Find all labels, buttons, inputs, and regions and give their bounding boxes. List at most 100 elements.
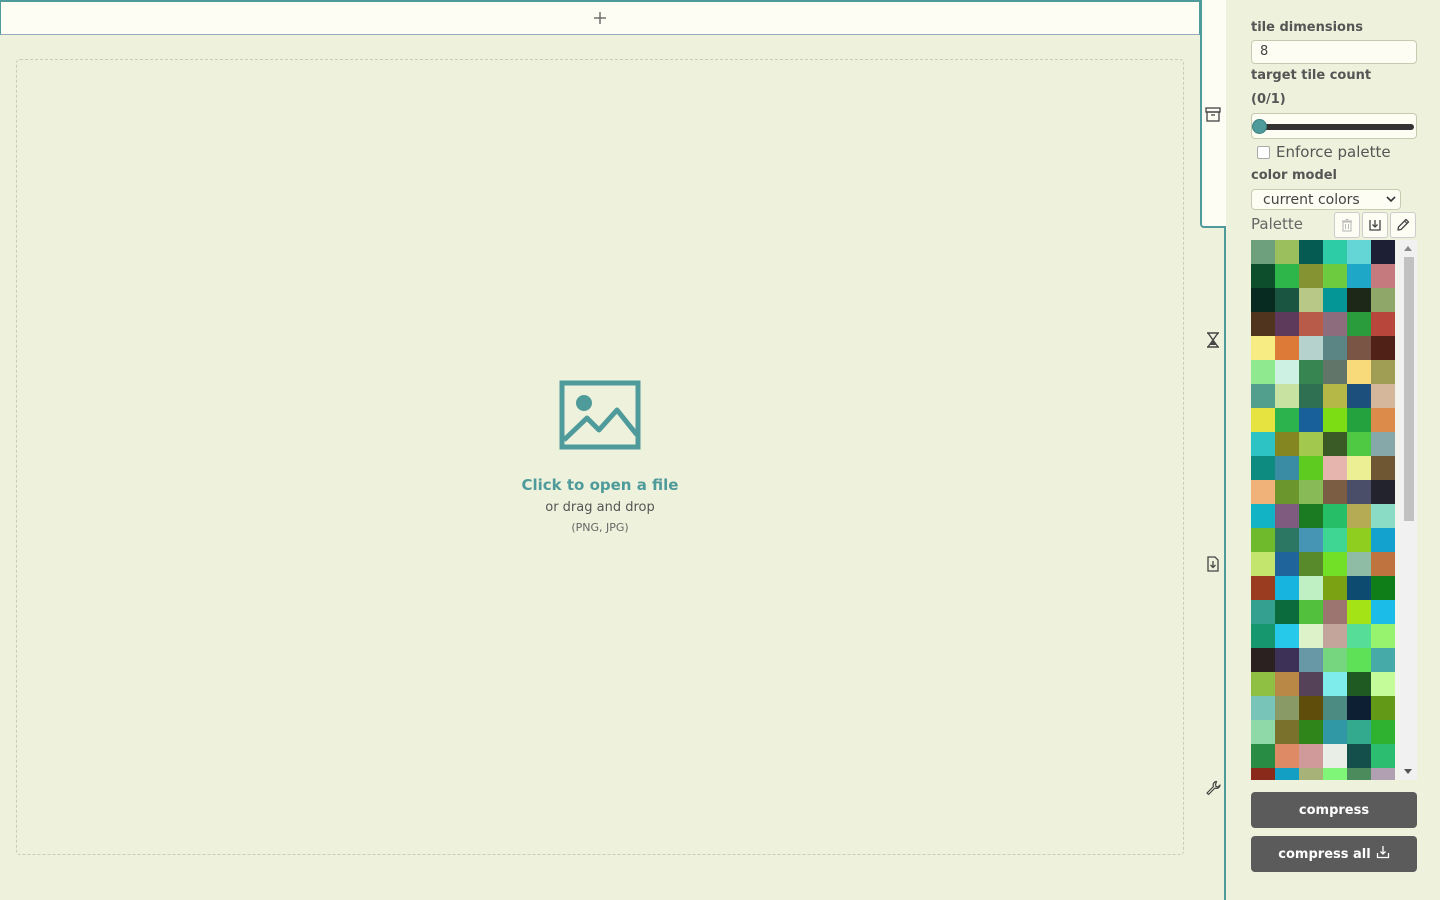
palette-swatch[interactable] (1251, 576, 1275, 600)
palette-swatch[interactable] (1371, 384, 1395, 408)
palette-swatch[interactable] (1323, 456, 1347, 480)
palette-swatch[interactable] (1275, 768, 1299, 780)
palette-swatch[interactable] (1299, 240, 1323, 264)
palette-swatch[interactable] (1299, 768, 1323, 780)
file-dropzone[interactable]: Click to open a file or drag and drop (P… (16, 59, 1184, 855)
palette-swatch[interactable] (1251, 528, 1275, 552)
palette-swatch[interactable] (1251, 600, 1275, 624)
palette-swatch[interactable] (1299, 576, 1323, 600)
palette-swatch[interactable] (1347, 720, 1371, 744)
palette-swatch[interactable] (1347, 672, 1371, 696)
palette-swatch[interactable] (1323, 432, 1347, 456)
palette-swatch[interactable] (1251, 504, 1275, 528)
palette-swatch[interactable] (1371, 240, 1395, 264)
palette-swatch[interactable] (1251, 336, 1275, 360)
palette-swatch[interactable] (1299, 744, 1323, 768)
palette-swatch[interactable] (1323, 480, 1347, 504)
palette-swatch[interactable] (1299, 720, 1323, 744)
palette-swatch[interactable] (1323, 336, 1347, 360)
palette-swatch[interactable] (1323, 240, 1347, 264)
palette-swatch[interactable] (1299, 528, 1323, 552)
palette-swatch[interactable] (1299, 504, 1323, 528)
palette-swatch[interactable] (1347, 528, 1371, 552)
palette-swatch[interactable] (1371, 648, 1395, 672)
palette-swatch[interactable] (1323, 696, 1347, 720)
palette-swatch[interactable] (1347, 744, 1371, 768)
palette-swatch[interactable] (1323, 504, 1347, 528)
palette-swatch[interactable] (1299, 312, 1323, 336)
enforce-palette-row[interactable]: Enforce palette (1257, 143, 1391, 161)
palette-swatch[interactable] (1347, 504, 1371, 528)
palette-swatch[interactable] (1323, 576, 1347, 600)
palette-swatch[interactable] (1275, 744, 1299, 768)
palette-swatch[interactable] (1323, 744, 1347, 768)
scroll-down-arrow[interactable] (1404, 769, 1412, 774)
palette-swatch[interactable] (1275, 312, 1299, 336)
palette-swatch[interactable] (1275, 240, 1299, 264)
enforce-palette-checkbox[interactable] (1257, 145, 1270, 159)
palette-swatch[interactable] (1275, 696, 1299, 720)
hourglass-icon[interactable] (1204, 331, 1222, 349)
palette-swatch[interactable] (1371, 768, 1395, 780)
palette-swatch[interactable] (1299, 600, 1323, 624)
palette-swatch[interactable] (1275, 576, 1299, 600)
palette-swatch[interactable] (1251, 624, 1275, 648)
palette-swatch[interactable] (1299, 384, 1323, 408)
palette-swatch[interactable] (1347, 768, 1371, 780)
palette-swatch[interactable] (1299, 408, 1323, 432)
tile-dimensions-input[interactable]: 8 (1251, 40, 1417, 64)
palette-swatch[interactable] (1323, 408, 1347, 432)
palette-swatch[interactable] (1347, 456, 1371, 480)
download-palette-button[interactable] (1362, 212, 1388, 238)
palette-swatch[interactable] (1299, 432, 1323, 456)
palette-swatch[interactable] (1299, 336, 1323, 360)
palette-swatch[interactable] (1275, 648, 1299, 672)
palette-swatch[interactable] (1323, 360, 1347, 384)
palette-swatch[interactable] (1347, 600, 1371, 624)
palette-swatch[interactable] (1371, 288, 1395, 312)
palette-swatch[interactable] (1299, 456, 1323, 480)
palette-swatch[interactable] (1323, 312, 1347, 336)
palette-swatch[interactable] (1323, 624, 1347, 648)
palette-swatch[interactable] (1371, 600, 1395, 624)
palette-swatch[interactable] (1371, 456, 1395, 480)
tile-count-slider[interactable] (1251, 113, 1417, 139)
palette-swatch[interactable] (1347, 288, 1371, 312)
palette-swatch[interactable] (1275, 672, 1299, 696)
scroll-thumb[interactable] (1404, 257, 1414, 521)
palette-swatch[interactable] (1371, 528, 1395, 552)
add-image-bar[interactable] (0, 0, 1200, 35)
palette-swatch[interactable] (1251, 384, 1275, 408)
palette-swatch[interactable] (1275, 456, 1299, 480)
palette-swatch[interactable] (1347, 696, 1371, 720)
palette-swatch[interactable] (1371, 312, 1395, 336)
palette-swatch[interactable] (1371, 264, 1395, 288)
palette-swatch[interactable] (1275, 504, 1299, 528)
palette-swatch[interactable] (1371, 672, 1395, 696)
palette-swatch[interactable] (1251, 432, 1275, 456)
palette-swatch[interactable] (1323, 384, 1347, 408)
palette-swatch[interactable] (1347, 360, 1371, 384)
palette-swatch[interactable] (1323, 672, 1347, 696)
palette-swatch[interactable] (1371, 552, 1395, 576)
palette-swatch[interactable] (1323, 528, 1347, 552)
palette-swatch[interactable] (1275, 336, 1299, 360)
palette-scrollbar[interactable] (1400, 240, 1417, 780)
palette-swatch[interactable] (1347, 576, 1371, 600)
palette-swatch[interactable] (1251, 696, 1275, 720)
palette-swatch[interactable] (1275, 384, 1299, 408)
slider-thumb[interactable] (1252, 119, 1267, 134)
palette-swatch[interactable] (1371, 576, 1395, 600)
palette-swatch[interactable] (1299, 552, 1323, 576)
palette-swatch[interactable] (1251, 672, 1275, 696)
palette-swatch[interactable] (1323, 768, 1347, 780)
palette-swatch[interactable] (1347, 648, 1371, 672)
palette-swatch[interactable] (1323, 264, 1347, 288)
palette-swatch[interactable] (1347, 432, 1371, 456)
palette-swatch[interactable] (1275, 720, 1299, 744)
palette-swatch[interactable] (1251, 552, 1275, 576)
palette-swatch[interactable] (1299, 624, 1323, 648)
palette-swatch[interactable] (1347, 624, 1371, 648)
palette-swatch[interactable] (1371, 720, 1395, 744)
palette-list[interactable] (1251, 240, 1417, 780)
